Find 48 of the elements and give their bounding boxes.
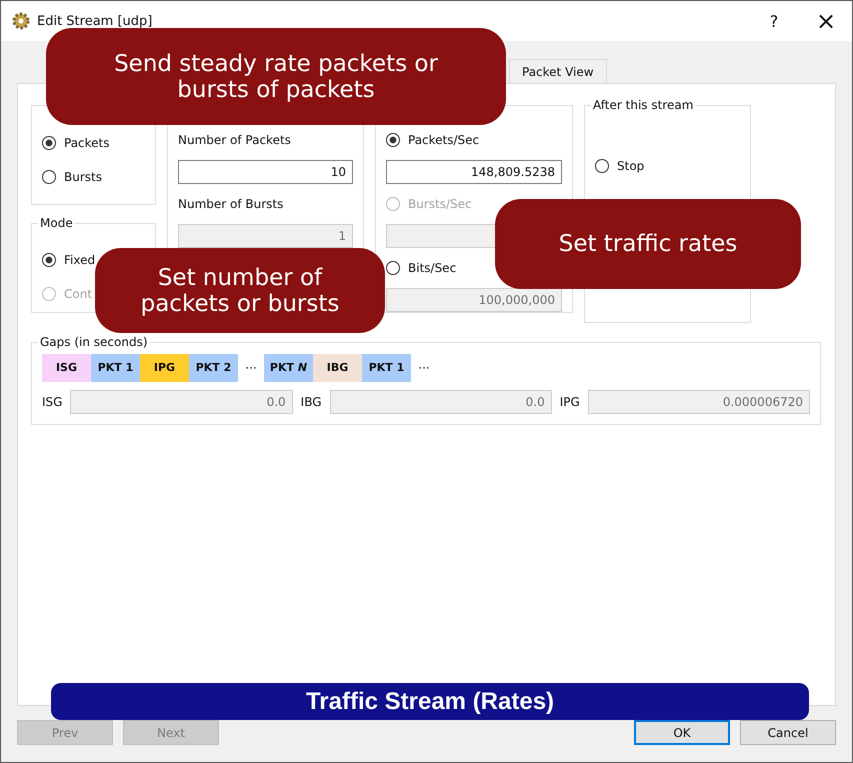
option-label: Bursts bbox=[64, 170, 102, 184]
radio-icon[interactable] bbox=[386, 133, 400, 147]
radio-option[interactable]: Stop bbox=[595, 149, 740, 183]
option-label: Stop bbox=[617, 159, 644, 173]
close-button[interactable]: × bbox=[800, 1, 852, 41]
group-title: Mode bbox=[39, 216, 74, 231]
radio-icon[interactable] bbox=[42, 170, 56, 184]
timeline-segment: IBG bbox=[313, 354, 362, 382]
radio-option[interactable]: Packets/Sec bbox=[386, 130, 562, 150]
radio-icon[interactable] bbox=[386, 261, 400, 275]
callout-tooltip: Traffic Stream (Rates) bbox=[51, 683, 809, 720]
callout-tooltip: Set number of packets or bursts bbox=[95, 248, 385, 333]
ellipsis: ··· bbox=[244, 361, 258, 375]
radio-option[interactable]: Bursts bbox=[42, 160, 145, 194]
window-title: Edit Stream [udp] bbox=[37, 14, 152, 28]
option-label: Cont bbox=[64, 287, 92, 301]
option-label: Packets bbox=[64, 136, 110, 150]
radio-icon[interactable] bbox=[42, 253, 56, 267]
dialog-button[interactable]: Cancel bbox=[740, 720, 836, 745]
callout-tooltip: Send steady rate packets or bursts of packets bbox=[46, 28, 506, 125]
field-label: ISG bbox=[42, 395, 62, 409]
ellipsis: ··· bbox=[417, 361, 431, 375]
timeline-segment: IPG bbox=[140, 354, 189, 382]
tab[interactable]: Packet View bbox=[509, 59, 607, 83]
number-field[interactable]: 10 bbox=[178, 160, 353, 184]
group-title: After this stream bbox=[592, 98, 694, 113]
callout-tooltip: Set traffic rates bbox=[495, 199, 801, 289]
radio-icon[interactable] bbox=[42, 136, 56, 150]
field-label: Number of Bursts bbox=[178, 196, 284, 213]
option-label: Packets/Sec bbox=[408, 133, 480, 147]
rate-field[interactable]: 148,809.5238 bbox=[386, 160, 562, 184]
timeline-segment: PKT 1 bbox=[362, 354, 411, 382]
option-label: Bits/Sec bbox=[408, 261, 456, 275]
timeline-segment: PKT N bbox=[264, 354, 313, 382]
timeline-segment: PKT 1 bbox=[91, 354, 140, 382]
dialog-button[interactable]: OK bbox=[634, 720, 730, 745]
radio-option[interactable]: Packets bbox=[42, 126, 145, 160]
option-label: Bursts/Sec bbox=[408, 197, 472, 211]
help-button[interactable]: ? bbox=[748, 1, 800, 41]
option-label: Fixed bbox=[64, 253, 96, 267]
field-label: IBG bbox=[300, 395, 322, 409]
radio-icon[interactable] bbox=[595, 159, 609, 173]
field-label: IPG bbox=[560, 395, 580, 409]
group-title: Gaps (in seconds) bbox=[39, 335, 149, 350]
timeline-segment: PKT 2 bbox=[189, 354, 238, 382]
gear-icon bbox=[11, 11, 31, 31]
timeline-segment: ISG bbox=[42, 354, 91, 382]
field-label: Number of Packets bbox=[178, 132, 292, 149]
